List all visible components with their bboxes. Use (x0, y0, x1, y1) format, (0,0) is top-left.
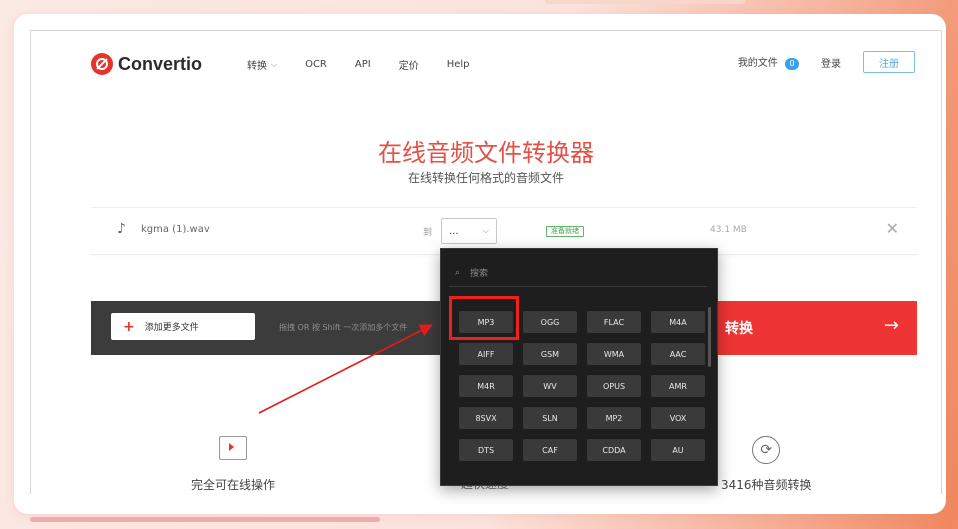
files-count-badge: 0 (785, 58, 799, 70)
chevron-down-icon: ⌵ (271, 59, 278, 69)
signup-button[interactable]: 注册 (863, 51, 915, 73)
format-option[interactable]: DTS (459, 439, 513, 461)
format-option[interactable]: WV (523, 375, 577, 397)
decorative-bottom-strip (30, 517, 380, 522)
nav-item-convert[interactable]: 转换 ⌵ (247, 57, 278, 73)
format-option[interactable]: AMR (651, 375, 705, 397)
refresh-icon: ⟳ (752, 436, 781, 464)
convertio-logo-icon (91, 53, 113, 75)
format-option[interactable]: M4A (651, 311, 705, 333)
add-more-files-button[interactable]: + 添加更多文件 (111, 313, 255, 340)
header-actions: 我的文件 0 登录 注册 (738, 51, 915, 73)
login-link[interactable]: 登录 (821, 55, 841, 70)
nav-item-api[interactable]: API (355, 57, 371, 72)
feature-online-label: 完全可在线操作 (191, 478, 276, 492)
nav-item-pricing[interactable]: 定价 (399, 57, 419, 72)
format-select[interactable]: ... ⌵ (441, 218, 497, 244)
format-option[interactable]: 8SVX (459, 407, 513, 429)
feature-conversions-label: 3416种音频转换 (721, 478, 812, 492)
file-size: 43.1 MB (710, 225, 747, 235)
dropdown-scrollbar[interactable] (708, 307, 711, 367)
format-option[interactable]: CDDA (587, 439, 641, 461)
format-option[interactable]: OGG (523, 311, 577, 333)
my-files-link[interactable]: 我的文件 0 (738, 54, 799, 70)
to-label: 到 (423, 228, 433, 238)
decorative-top-strip (545, 0, 745, 4)
feature-conversions: ⟳ 3416种音频转换 (721, 436, 812, 493)
action-hint: 拖拽 OR 按 Shift 一次添加多个文件 (279, 323, 408, 332)
nav-item-ocr[interactable]: OCR (305, 57, 327, 72)
main-nav: 转换 ⌵ OCR API 定价 Help (247, 57, 470, 72)
format-option[interactable]: WMA (587, 343, 641, 365)
format-option[interactable]: AIFF (459, 343, 513, 365)
feature-online: 完全可在线操作 (191, 436, 275, 493)
status-badge: 准备就绪 (546, 226, 584, 237)
format-option[interactable]: SLN (523, 407, 577, 429)
format-option[interactable]: OPUS (587, 375, 641, 397)
format-search-placeholder: 搜索 (470, 269, 489, 279)
format-option[interactable]: GSM (523, 343, 577, 365)
brand-name: Convertio (118, 53, 203, 74)
format-grid: MP3 OGG FLAC M4A AIFF GSM WMA AAC M4R WV… (459, 311, 705, 461)
convert-label: 转换 (725, 321, 753, 337)
format-option[interactable]: AU (651, 439, 705, 461)
format-dropdown: ⌕ 搜索 MP3 OGG FLAC M4A AIFF GSM WMA AAC M… (440, 248, 718, 486)
chevron-down-icon: ⌵ (482, 226, 489, 235)
search-icon: ⌕ (455, 267, 461, 278)
format-option[interactable]: CAF (523, 439, 577, 461)
format-select-value: ... (449, 225, 459, 237)
format-option[interactable]: VOX (651, 407, 705, 429)
page-title: 在线音频文件转换器 (378, 139, 594, 167)
add-more-files-label: 添加更多文件 (144, 323, 199, 333)
format-option[interactable]: AAC (651, 343, 705, 365)
format-option[interactable]: MP2 (587, 407, 641, 429)
nav-item-convert-label: 转换 (247, 61, 267, 72)
close-icon[interactable]: ✕ (886, 219, 899, 238)
format-option[interactable]: MP3 (459, 311, 513, 333)
plus-icon: + (123, 318, 135, 335)
convertio-logo[interactable]: Convertio (91, 53, 202, 75)
format-option[interactable]: M4R (459, 375, 513, 397)
nav-item-help[interactable]: Help (447, 57, 470, 72)
arrow-right-icon: → (883, 315, 899, 336)
my-files-label: 我的文件 (737, 58, 778, 69)
cursor-window-icon (219, 436, 247, 460)
music-note-icon: ♪ (117, 221, 126, 237)
page-subtitle: 在线转换任何格式的音频文件 (407, 171, 564, 185)
file-name: kgma (1).wav (141, 224, 210, 235)
format-option[interactable]: FLAC (587, 311, 641, 333)
format-search-input[interactable]: ⌕ 搜索 (449, 259, 707, 287)
